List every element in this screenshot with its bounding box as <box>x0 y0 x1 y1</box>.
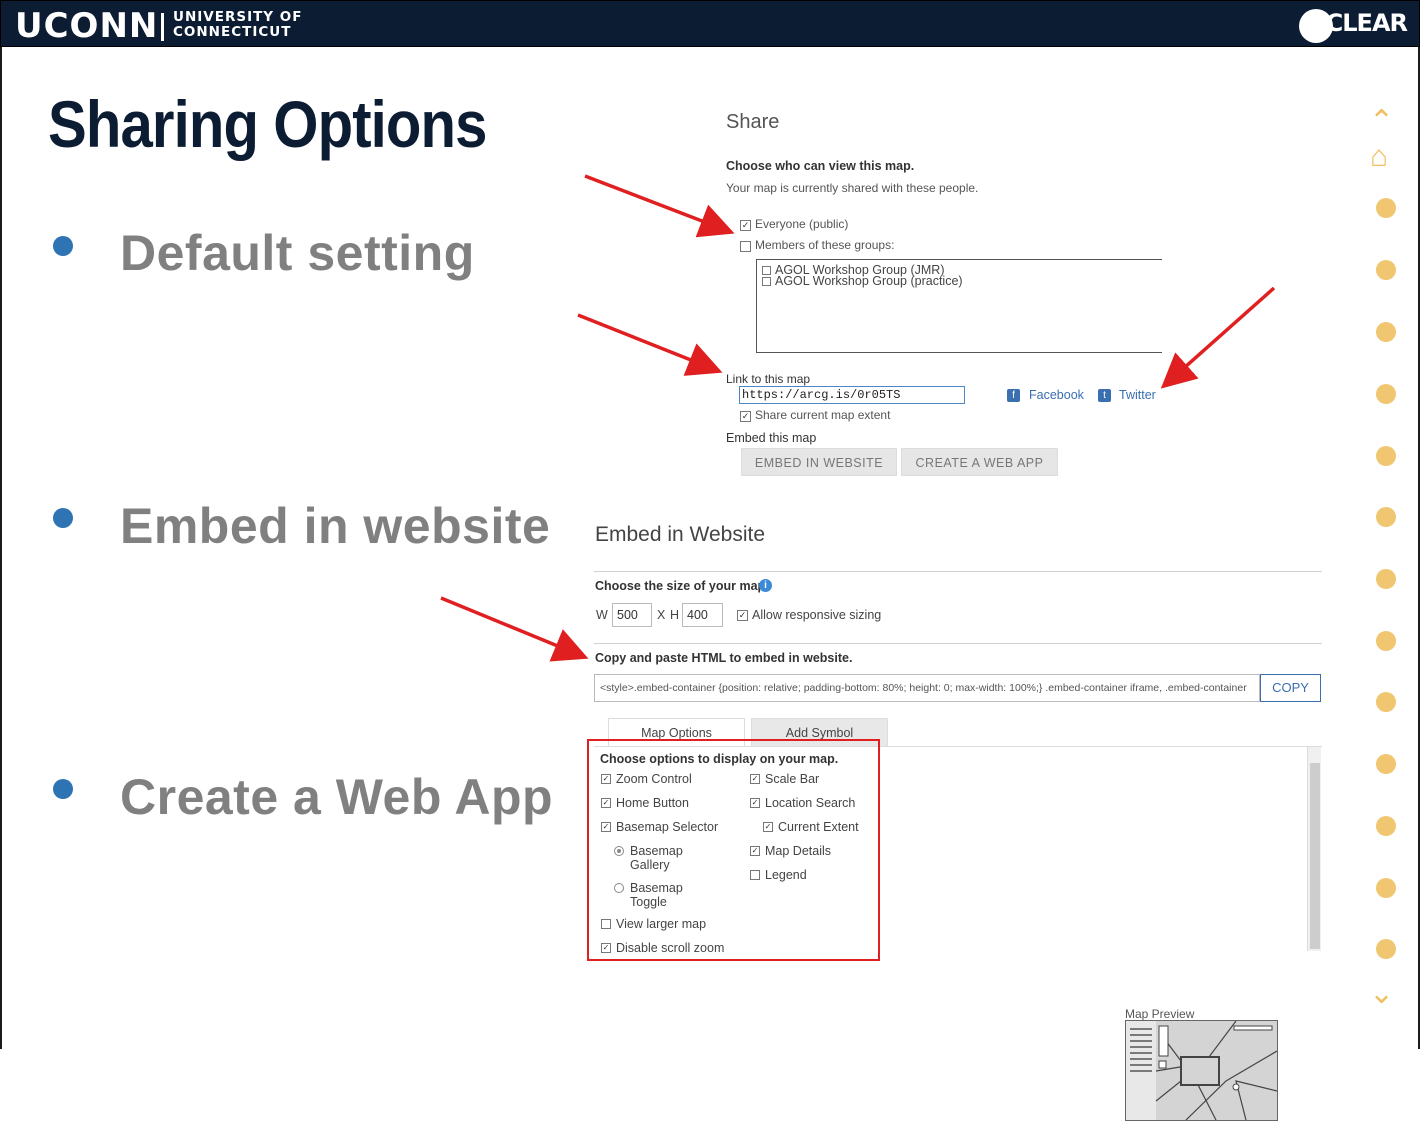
height-label: H <box>670 608 680 622</box>
nav-dot[interactable] <box>1376 569 1396 589</box>
map-preview-icon <box>1126 1020 1278 1121</box>
width-input[interactable]: 500 <box>612 603 652 627</box>
highlight-box <box>587 739 880 961</box>
copy-html-label: Copy and paste HTML to embed in website. <box>595 651 853 665</box>
embed-title: Embed in Website <box>595 523 766 546</box>
facebook-link[interactable]: Facebook <box>1029 388 1084 402</box>
copy-button[interactable]: COPY <box>1260 674 1321 702</box>
nav-dot[interactable] <box>1376 198 1396 218</box>
responsive-checkbox[interactable]: ✓ <box>737 610 748 621</box>
nav-dot[interactable] <box>1376 878 1396 898</box>
clear-program-name: CLEAR <box>1325 9 1408 37</box>
bullet-create-web-app: Create a Web App <box>120 769 554 825</box>
bullet-dot <box>53 236 73 256</box>
group-item: AGOL Workshop Group (practice) <box>775 274 963 288</box>
share-extent-label: Share current map extent <box>755 408 891 422</box>
university-line-1: UNIVERSITY OF <box>173 9 303 25</box>
map-link-input[interactable]: https://arcg.is/0r05TS <box>739 386 965 404</box>
size-label: Choose the size of your map. <box>595 579 769 593</box>
embed-code-field[interactable]: <style>.embed-container {position: relat… <box>594 674 1260 702</box>
group-checkbox[interactable] <box>762 266 771 275</box>
share-title: Share <box>726 111 780 133</box>
bullet-default-setting: Default setting <box>120 225 475 281</box>
embed-in-website-button[interactable]: EMBED IN WEBSITE <box>741 448 897 476</box>
university-line-2: CONNECTICUT <box>173 24 292 40</box>
options-scrollbar[interactable] <box>1307 747 1321 951</box>
responsive-label: Allow responsive sizing <box>752 608 882 622</box>
bullet-dot <box>53 779 73 799</box>
nav-dot[interactable] <box>1376 816 1396 836</box>
nav-dot[interactable] <box>1376 939 1396 959</box>
nav-dot[interactable] <box>1376 384 1396 404</box>
nav-down-icon[interactable]: ⌄ <box>1369 979 1394 1009</box>
divider <box>594 571 1322 572</box>
share-panel: Share Choose who can view this map. Your… <box>712 100 1162 488</box>
twitter-icon[interactable]: t <box>1098 389 1111 402</box>
everyone-label: Everyone (public) <box>755 217 849 231</box>
groups-list: AGOL Workshop Group (JMR) AGOL Workshop … <box>756 259 1162 353</box>
width-label: W <box>596 608 608 622</box>
choose-viewers-label: Choose who can view this map. <box>726 159 915 173</box>
nav-dot[interactable] <box>1376 631 1396 651</box>
logo-divider <box>161 13 164 41</box>
map-preview-label: Map Preview <box>1125 1007 1195 1021</box>
uconn-logo: UCONN <box>15 6 159 46</box>
divider <box>594 643 1322 644</box>
members-label: Members of these groups: <box>755 238 895 252</box>
share-extent-checkbox[interactable]: ✓ <box>740 411 751 422</box>
nav-dot[interactable] <box>1376 754 1396 774</box>
twitter-link[interactable]: Twitter <box>1119 388 1156 402</box>
everyone-checkbox[interactable]: ✓ <box>740 220 751 231</box>
info-icon[interactable]: i <box>759 579 772 592</box>
slide-title: Sharing Options <box>48 87 487 161</box>
create-web-app-button[interactable]: CREATE A WEB APP <box>901 448 1058 476</box>
home-icon[interactable]: ⌂ <box>1370 142 1388 172</box>
nav-dot[interactable] <box>1376 692 1396 712</box>
members-checkbox[interactable] <box>740 241 751 252</box>
map-preview <box>1125 1020 1278 1121</box>
scrollbar-thumb[interactable] <box>1310 763 1320 949</box>
nav-dot[interactable] <box>1376 446 1396 466</box>
height-input[interactable]: 400 <box>682 603 723 627</box>
facebook-icon[interactable]: f <box>1007 389 1020 402</box>
nav-up-icon[interactable]: ⌃ <box>1369 107 1394 137</box>
group-checkbox[interactable] <box>762 277 771 286</box>
embed-map-label: Embed this map <box>726 431 817 445</box>
shared-with-text: Your map is currently shared with these … <box>726 181 979 195</box>
x-label: X <box>657 608 666 622</box>
nav-dot[interactable] <box>1376 507 1396 527</box>
university-name: UNIVERSITY OF CONNECTICUT <box>173 10 302 40</box>
bullet-embed-website: Embed in website <box>120 498 551 554</box>
nav-dot[interactable] <box>1376 260 1396 280</box>
link-label: Link to this map <box>726 372 811 386</box>
nav-dot[interactable] <box>1376 322 1396 342</box>
bullet-dot <box>53 508 73 528</box>
header-bar: UCONN UNIVERSITY OF CONNECTICUT CLEAR <box>0 0 1420 47</box>
